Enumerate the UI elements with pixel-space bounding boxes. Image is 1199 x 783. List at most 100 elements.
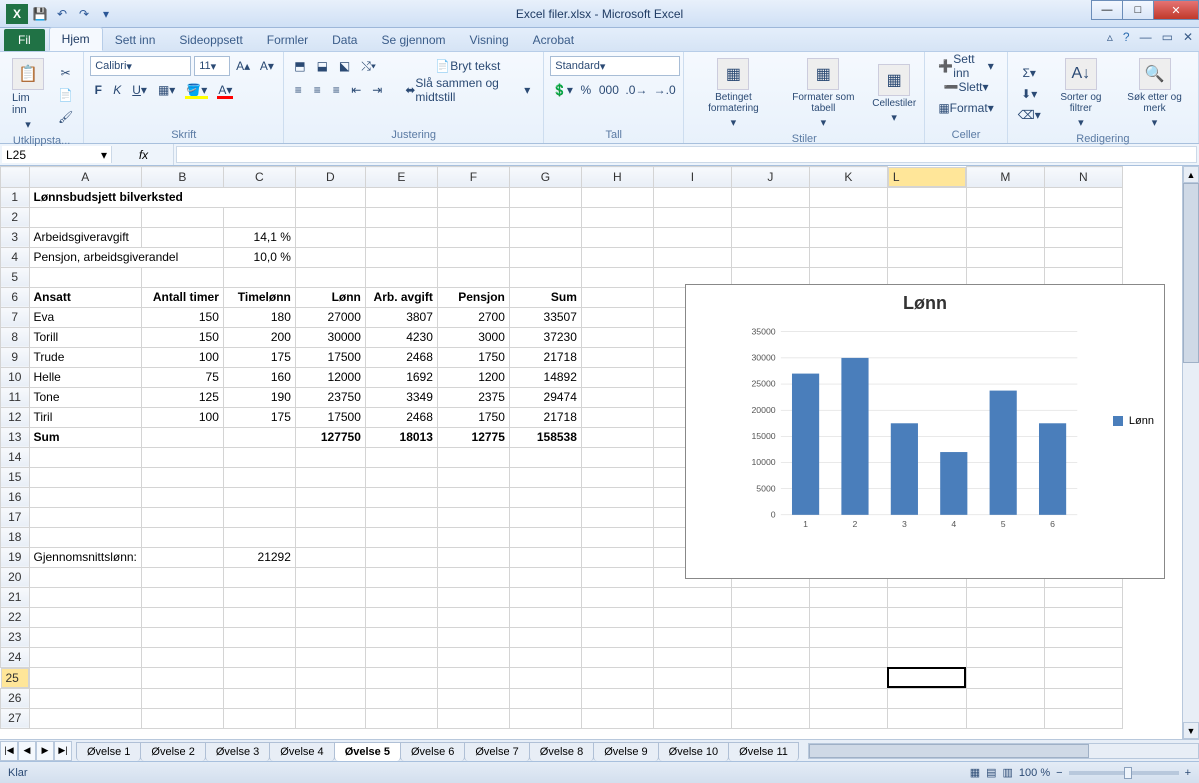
cell-J23[interactable] [731, 627, 809, 647]
cell-K25[interactable] [809, 667, 887, 688]
cell-C24[interactable] [223, 647, 295, 667]
cell-F10[interactable]: 1200 [437, 367, 509, 387]
cell-F17[interactable] [437, 507, 509, 527]
cell-G26[interactable] [509, 688, 581, 708]
scroll-thumb[interactable] [1183, 183, 1199, 363]
cell-C6[interactable]: Timelønn [223, 287, 295, 307]
cell-F11[interactable]: 2375 [437, 387, 509, 407]
col-header-N[interactable]: N [1044, 167, 1122, 188]
cell-C15[interactable] [223, 467, 295, 487]
col-header-B[interactable]: B [141, 167, 223, 188]
undo-icon[interactable]: ↶ [52, 4, 72, 24]
cell-E5[interactable] [365, 267, 437, 287]
cell-D8[interactable]: 30000 [295, 327, 365, 347]
cell-H18[interactable] [581, 527, 653, 547]
cell-E22[interactable] [365, 607, 437, 627]
cell-F6[interactable]: Pensjon [437, 287, 509, 307]
cell-B2[interactable] [141, 207, 223, 227]
workbook-min-icon[interactable]: — [1140, 30, 1152, 44]
cell-E3[interactable] [365, 227, 437, 247]
cell-A1[interactable]: Lønnsbudsjett bilverksted [29, 187, 295, 207]
borders-button[interactable]: ▦▾ [154, 80, 179, 100]
cell-H10[interactable] [581, 367, 653, 387]
tab-settinn[interactable]: Sett inn [103, 29, 168, 51]
row-header-16[interactable]: 16 [1, 487, 30, 507]
cell-A4[interactable]: Pensjon, arbeidsgiverandel [29, 247, 223, 267]
row-header-14[interactable]: 14 [1, 447, 30, 467]
cell-M21[interactable] [966, 587, 1044, 607]
cell-L1[interactable] [887, 187, 966, 207]
row-header-17[interactable]: 17 [1, 507, 30, 527]
cell-D20[interactable] [295, 567, 365, 587]
cut-icon[interactable]: ✂ [54, 63, 77, 83]
row-header-15[interactable]: 15 [1, 467, 30, 487]
row-header-22[interactable]: 22 [1, 607, 30, 627]
cell-E18[interactable] [365, 527, 437, 547]
cell-H16[interactable] [581, 487, 653, 507]
row-header-1[interactable]: 1 [1, 187, 30, 207]
cell-M26[interactable] [966, 688, 1044, 708]
cell-G21[interactable] [509, 587, 581, 607]
cell-G15[interactable] [509, 467, 581, 487]
currency-icon[interactable]: 💲▾ [550, 80, 574, 100]
format-as-table-button[interactable]: ▦Formater som tabell▾ [781, 56, 866, 131]
sheet-tab-øvelse-11[interactable]: Øvelse 11 [728, 742, 799, 761]
col-header-M[interactable]: M [966, 167, 1044, 188]
font-name-select[interactable]: Calibri ▾ [90, 56, 191, 76]
sort-filter-button[interactable]: A↓Sorter og filtrer▾ [1049, 56, 1113, 131]
col-header-K[interactable]: K [809, 167, 887, 188]
cell-H12[interactable] [581, 407, 653, 427]
cell-F13[interactable]: 12775 [437, 427, 509, 447]
cell-G18[interactable] [509, 527, 581, 547]
cell-L21[interactable] [887, 587, 966, 607]
cell-C20[interactable] [223, 567, 295, 587]
row-header-6[interactable]: 6 [1, 287, 30, 307]
cell-L22[interactable] [887, 607, 966, 627]
cell-E27[interactable] [365, 708, 437, 728]
cell-D6[interactable]: Lønn [295, 287, 365, 307]
zoom-level[interactable]: 100 % [1019, 767, 1050, 779]
cell-F5[interactable] [437, 267, 509, 287]
scroll-down-icon[interactable]: ▼ [1183, 722, 1199, 739]
cell-F16[interactable] [437, 487, 509, 507]
hscroll-thumb[interactable] [809, 744, 1089, 758]
align-left-icon[interactable]: ≡ [290, 80, 306, 100]
cell-G6[interactable]: Sum [509, 287, 581, 307]
row-header-5[interactable]: 5 [1, 267, 30, 287]
cell-D21[interactable] [295, 587, 365, 607]
tab-segjennom[interactable]: Se gjennom [369, 29, 457, 51]
cell-F27[interactable] [437, 708, 509, 728]
cell-A13[interactable]: Sum [29, 427, 141, 447]
cell-E13[interactable]: 18013 [365, 427, 437, 447]
sheet-tab-øvelse-10[interactable]: Øvelse 10 [658, 742, 730, 761]
cell-L23[interactable] [887, 627, 966, 647]
cell-C13[interactable] [223, 427, 295, 447]
col-header-G[interactable]: G [509, 167, 581, 188]
align-center-icon[interactable]: ≡ [309, 80, 325, 100]
cell-H24[interactable] [581, 647, 653, 667]
horizontal-scrollbar[interactable] [808, 743, 1199, 759]
row-header-2[interactable]: 2 [1, 207, 30, 227]
cell-M22[interactable] [966, 607, 1044, 627]
cell-D26[interactable] [295, 688, 365, 708]
cell-G8[interactable]: 37230 [509, 327, 581, 347]
tab-hjem[interactable]: Hjem [49, 27, 103, 51]
cell-A15[interactable] [29, 467, 141, 487]
cell-J27[interactable] [731, 708, 809, 728]
cell-D16[interactable] [295, 487, 365, 507]
cell-G23[interactable] [509, 627, 581, 647]
row-header-3[interactable]: 3 [1, 227, 30, 247]
cell-C25[interactable] [223, 667, 295, 688]
shrink-font-icon[interactable]: A▾ [256, 56, 277, 76]
cell-J2[interactable] [731, 207, 809, 227]
sheet-tab-øvelse-7[interactable]: Øvelse 7 [464, 742, 529, 761]
cell-F1[interactable] [437, 187, 509, 207]
cell-L24[interactable] [887, 647, 966, 667]
cell-C14[interactable] [223, 447, 295, 467]
cell-A18[interactable] [29, 527, 141, 547]
cell-E14[interactable] [365, 447, 437, 467]
cell-E6[interactable]: Arb. avgift [365, 287, 437, 307]
cell-B17[interactable] [141, 507, 223, 527]
cell-B20[interactable] [141, 567, 223, 587]
cell-H23[interactable] [581, 627, 653, 647]
